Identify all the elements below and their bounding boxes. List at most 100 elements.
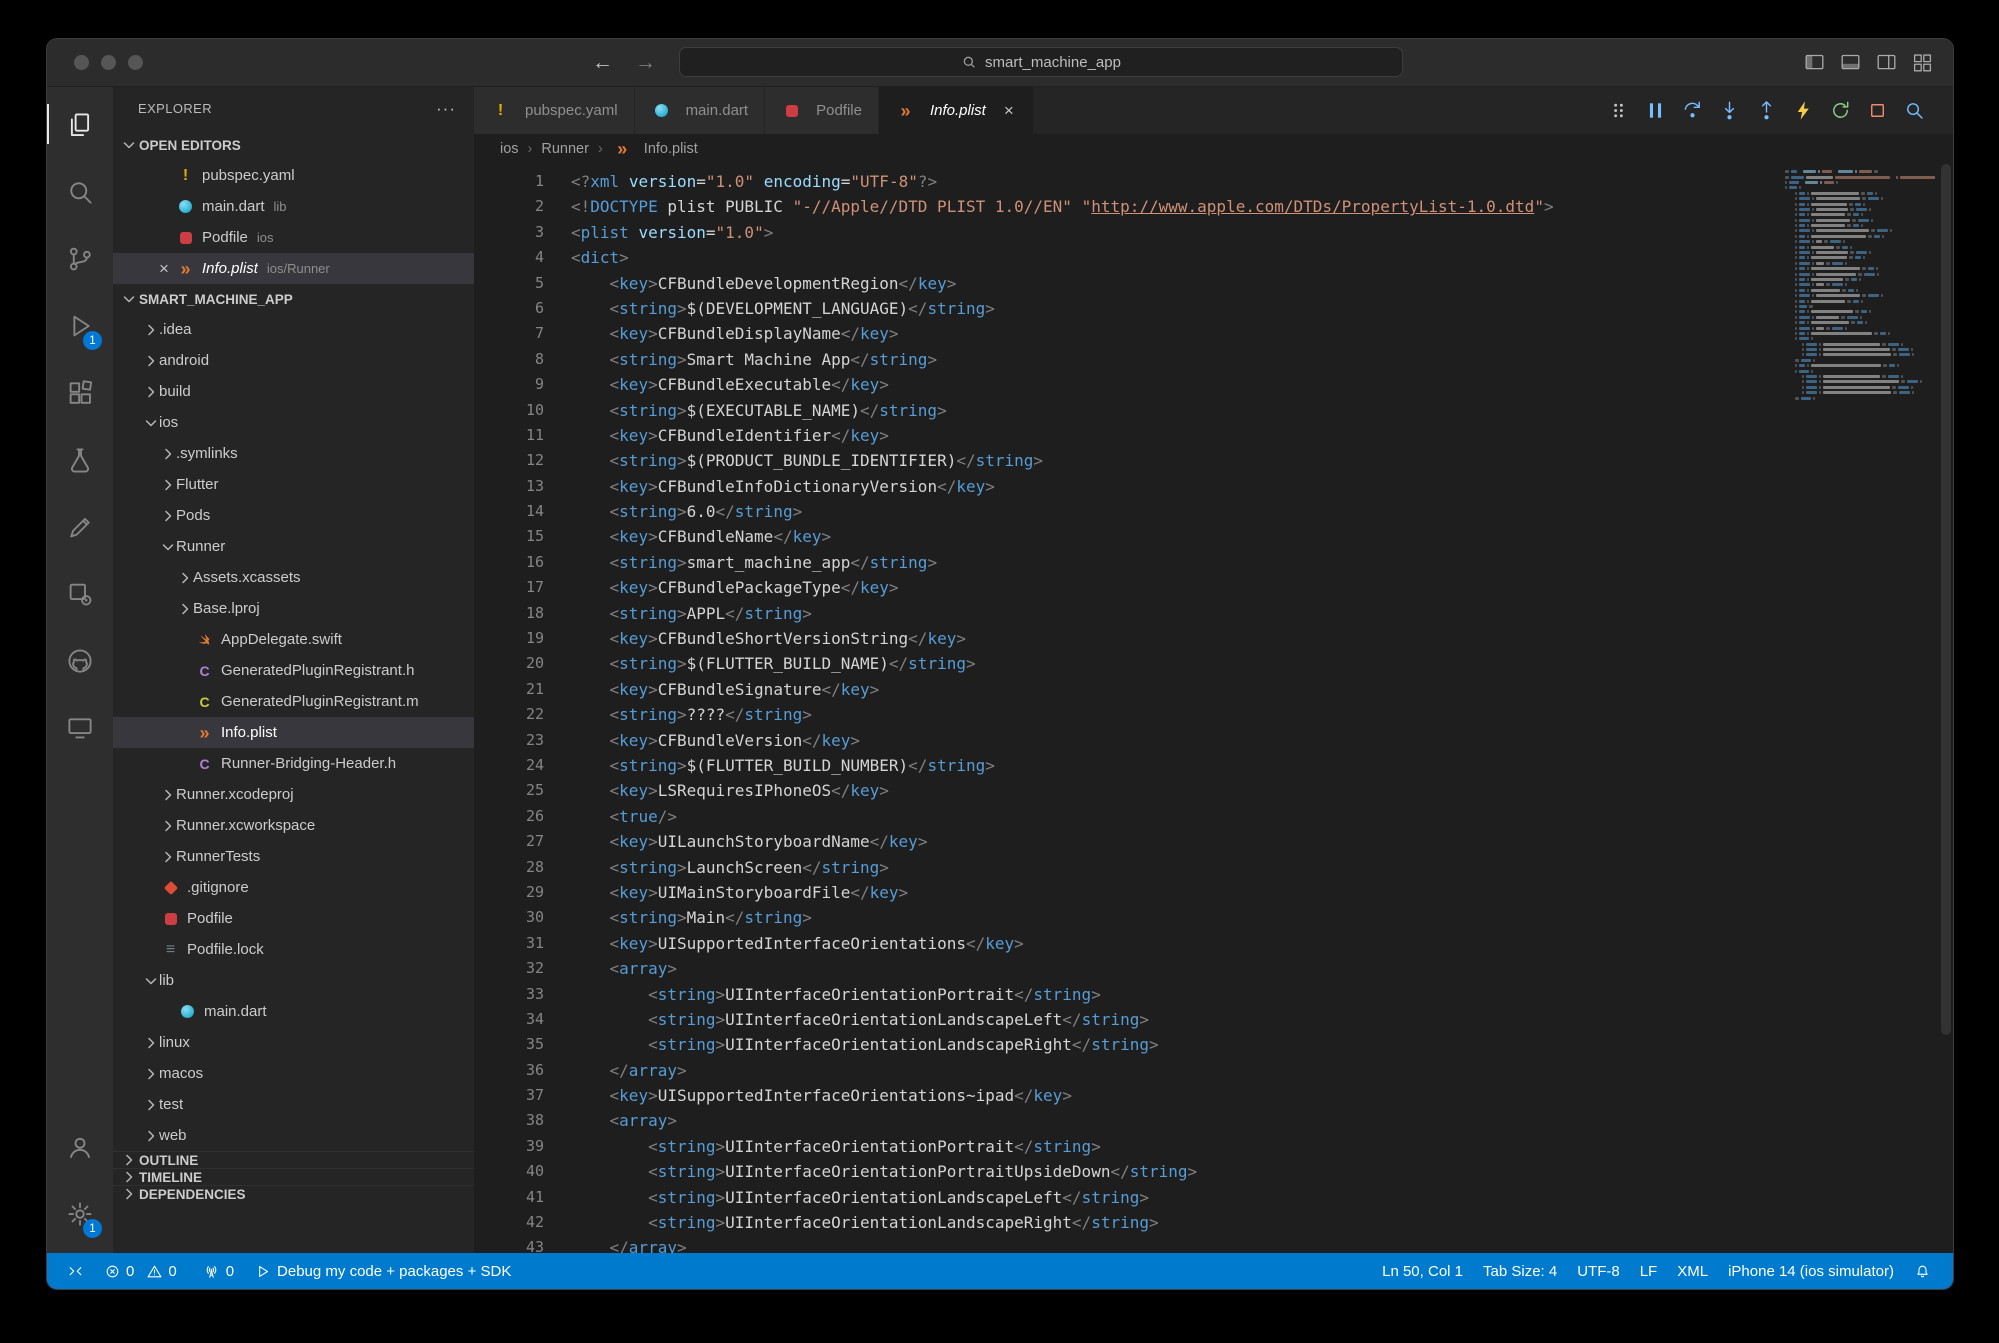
flutter-device[interactable]: iPhone 14 (ios simulator) — [1718, 1253, 1904, 1289]
line-number[interactable]: 33 — [474, 982, 571, 1007]
debug-config[interactable]: Debug my code + packages + SDK — [244, 1253, 521, 1289]
back-button[interactable]: ← — [592, 51, 613, 75]
line-number[interactable]: 23 — [474, 728, 571, 753]
line-number[interactable]: 6 — [474, 296, 571, 321]
line-number[interactable]: 31 — [474, 931, 571, 956]
forwarded-ports[interactable]: 0 — [193, 1253, 244, 1289]
tab-Podfile[interactable]: Podfile — [765, 87, 879, 134]
tab-pubspec.yaml[interactable]: !pubspec.yaml — [474, 87, 635, 134]
line-number[interactable]: 13 — [474, 474, 571, 499]
tree-file-Info.plist[interactable]: »Info.plist — [113, 717, 474, 748]
line-number[interactable]: 14 — [474, 499, 571, 524]
line-number[interactable]: 28 — [474, 855, 571, 880]
line-number[interactable]: 30 — [474, 905, 571, 930]
search-icon[interactable] — [47, 158, 113, 225]
encoding[interactable]: UTF-8 — [1567, 1253, 1630, 1289]
tree-file-AppDelegate.swift[interactable]: AppDelegate.swift — [113, 624, 474, 655]
restart-icon[interactable] — [1825, 96, 1855, 126]
breadcrumb-Runner[interactable]: Runner — [541, 141, 589, 157]
line-number[interactable]: 9 — [474, 372, 571, 397]
line-number[interactable]: 37 — [474, 1083, 571, 1108]
project-manager-icon[interactable] — [47, 560, 113, 627]
tree-file-Podfile.lock[interactable]: ≡Podfile.lock — [113, 934, 474, 965]
line-number[interactable]: 15 — [474, 524, 571, 549]
line-number[interactable]: 10 — [474, 398, 571, 423]
line-number[interactable]: 1 — [474, 169, 571, 194]
line-number[interactable]: 29 — [474, 880, 571, 905]
tree-folder-.idea[interactable]: .idea — [113, 314, 474, 345]
hot-reload-icon[interactable] — [1788, 96, 1818, 126]
step-into-icon[interactable] — [1714, 96, 1744, 126]
line-number[interactable]: 21 — [474, 677, 571, 702]
tab-main.dart[interactable]: main.dart — [635, 87, 766, 134]
testing-icon[interactable] — [47, 426, 113, 493]
tree-folder-macos[interactable]: macos — [113, 1058, 474, 1089]
line-number[interactable]: 25 — [474, 778, 571, 803]
tree-folder-Pods[interactable]: Pods — [113, 500, 474, 531]
line-number[interactable]: 36 — [474, 1058, 571, 1083]
remote-explorer-icon[interactable] — [47, 694, 113, 761]
line-number[interactable]: 19 — [474, 626, 571, 651]
line-number[interactable]: 26 — [474, 804, 571, 829]
line-number[interactable]: 11 — [474, 423, 571, 448]
tree-folder-test[interactable]: test — [113, 1089, 474, 1120]
run-debug-icon[interactable]: 1 — [47, 292, 113, 359]
source-control-icon[interactable] — [47, 225, 113, 292]
explorer-icon[interactable] — [47, 91, 113, 158]
tree-file-GeneratedPluginRegistrant.h[interactable]: CGeneratedPluginRegistrant.h — [113, 655, 474, 686]
line-number[interactable]: 34 — [474, 1007, 571, 1032]
tree-folder-web[interactable]: web — [113, 1120, 474, 1151]
tree-folder-lib[interactable]: lib — [113, 965, 474, 996]
forward-button[interactable]: → — [635, 51, 656, 75]
section-header-outline[interactable]: OUTLINE — [113, 1151, 474, 1168]
line-number[interactable]: 8 — [474, 347, 571, 372]
open-editor-item[interactable]: ×»Info.plistios/Runner — [113, 253, 474, 284]
section-header-dependencies[interactable]: DEPENDENCIES — [113, 1185, 474, 1202]
editor-scrollbar[interactable] — [1939, 164, 1953, 1253]
pause-icon[interactable] — [1640, 96, 1670, 126]
account-icon[interactable] — [47, 1113, 113, 1180]
stop-icon[interactable] — [1862, 96, 1892, 126]
cursor-position[interactable]: Ln 50, Col 1 — [1372, 1253, 1473, 1289]
tree-file-GeneratedPluginRegistrant.m[interactable]: CGeneratedPluginRegistrant.m — [113, 686, 474, 717]
gripper-icon[interactable] — [1603, 96, 1633, 126]
tree-file-main.dart[interactable]: main.dart — [113, 996, 474, 1027]
line-number[interactable]: 27 — [474, 829, 571, 854]
line-number[interactable]: 32 — [474, 956, 571, 981]
minimap[interactable] — [1785, 169, 1935, 401]
line-number[interactable]: 41 — [474, 1185, 571, 1210]
open-editor-item[interactable]: Podfileios — [113, 222, 474, 253]
traffic-close-button[interactable] — [74, 55, 89, 70]
layout-sidebar-icon[interactable] — [1804, 52, 1825, 73]
indentation[interactable]: Tab Size: 4 — [1473, 1253, 1567, 1289]
tree-folder-Assets.xcassets[interactable]: Assets.xcassets — [113, 562, 474, 593]
tree-folder-Runner[interactable]: Runner — [113, 531, 474, 562]
devtools-icon[interactable] — [1899, 96, 1929, 126]
tree-file-.gitignore[interactable]: .gitignore — [113, 872, 474, 903]
code-editor[interactable]: 1<?xml version="1.0" encoding="UTF-8"?>2… — [474, 164, 1953, 1253]
traffic-minimize-button[interactable] — [101, 55, 116, 70]
customize-layout-icon[interactable] — [1912, 52, 1933, 73]
layout-panel-icon[interactable] — [1840, 52, 1861, 73]
line-number[interactable]: 39 — [474, 1134, 571, 1159]
line-number[interactable]: 40 — [474, 1159, 571, 1184]
settings-icon[interactable]: 1 — [47, 1180, 113, 1247]
close-icon[interactable]: × — [1001, 101, 1017, 121]
tree-folder-ios[interactable]: ios — [113, 407, 474, 438]
line-number[interactable]: 20 — [474, 651, 571, 676]
layout-secondary-sidebar-icon[interactable] — [1876, 52, 1897, 73]
notifications[interactable] — [1904, 1253, 1941, 1289]
traffic-zoom-button[interactable] — [128, 55, 143, 70]
tree-file-Podfile[interactable]: Podfile — [113, 903, 474, 934]
tree-folder-linux[interactable]: linux — [113, 1027, 474, 1058]
tree-folder-android[interactable]: android — [113, 345, 474, 376]
step-over-icon[interactable] — [1677, 96, 1707, 126]
line-number[interactable]: 16 — [474, 550, 571, 575]
line-number[interactable]: 17 — [474, 575, 571, 600]
line-number[interactable]: 24 — [474, 753, 571, 778]
tree-folder-Base.lproj[interactable]: Base.lproj — [113, 593, 474, 624]
open-editor-item[interactable]: !pubspec.yaml — [113, 160, 474, 191]
section-header-timeline[interactable]: TIMELINE — [113, 1168, 474, 1185]
open-editors-section-header[interactable]: OPEN EDITORS — [113, 130, 474, 160]
tree-folder-build[interactable]: build — [113, 376, 474, 407]
